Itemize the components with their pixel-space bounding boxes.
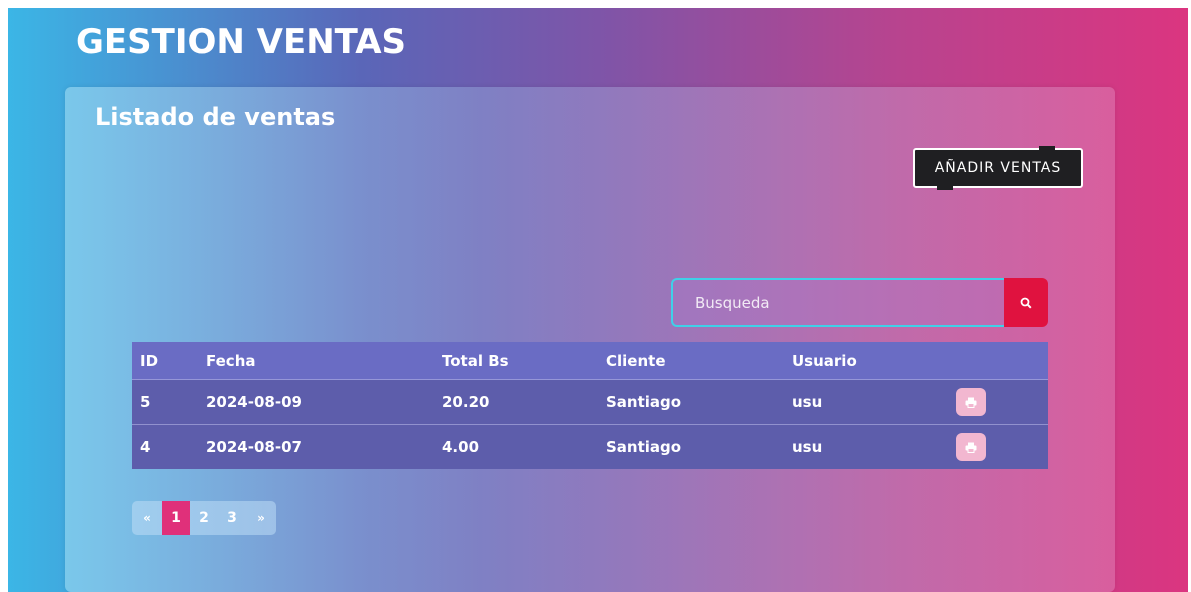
search-group [671, 278, 1048, 327]
search-input[interactable] [671, 278, 1004, 327]
card-title: Listado de ventas [95, 103, 336, 131]
pagination-page-2[interactable]: 2 [190, 501, 218, 535]
cell-usuario: usu [784, 379, 948, 425]
column-header-actions [948, 342, 1048, 380]
cell-usuario: usu [784, 424, 948, 469]
sales-card: Listado de ventas AÑADIR VENTAS ID Fecha… [65, 87, 1115, 592]
pagination-next[interactable]: » [246, 501, 276, 535]
cell-fecha: 2024-08-09 [198, 379, 434, 425]
sales-table: ID Fecha Total Bs Cliente Usuario 5 2024… [132, 342, 1048, 469]
table-row: 5 2024-08-09 20.20 Santiago usu [132, 379, 1048, 425]
cell-total: 4.00 [434, 424, 598, 469]
table-header-row: ID Fecha Total Bs Cliente Usuario [132, 342, 1048, 380]
cell-actions [948, 424, 1048, 469]
print-button[interactable] [956, 433, 986, 461]
cell-actions [948, 379, 1048, 425]
column-header-usuario: Usuario [784, 342, 948, 380]
search-button[interactable] [1004, 278, 1048, 327]
page-background: GESTION VENTAS Listado de ventas AÑADIR … [8, 8, 1188, 592]
app-title: GESTION VENTAS [76, 22, 407, 62]
add-sales-button[interactable]: AÑADIR VENTAS [913, 146, 1083, 190]
pagination-page-1[interactable]: 1 [162, 501, 190, 535]
cell-cliente: Santiago [598, 379, 784, 425]
column-header-id: ID [132, 342, 198, 380]
column-header-total: Total Bs [434, 342, 598, 380]
column-header-cliente: Cliente [598, 342, 784, 380]
cell-id: 5 [132, 379, 198, 425]
pagination: « 1 2 3 » [132, 501, 276, 535]
cell-total: 20.20 [434, 379, 598, 425]
print-icon [965, 397, 977, 408]
column-header-fecha: Fecha [198, 342, 434, 380]
table-row: 4 2024-08-07 4.00 Santiago usu [132, 424, 1048, 469]
print-icon [965, 442, 977, 453]
pagination-page-3[interactable]: 3 [218, 501, 246, 535]
cell-id: 4 [132, 424, 198, 469]
pagination-prev[interactable]: « [132, 501, 162, 535]
cell-cliente: Santiago [598, 424, 784, 469]
cell-fecha: 2024-08-07 [198, 424, 434, 469]
print-button[interactable] [956, 388, 986, 416]
search-icon [1020, 297, 1032, 309]
